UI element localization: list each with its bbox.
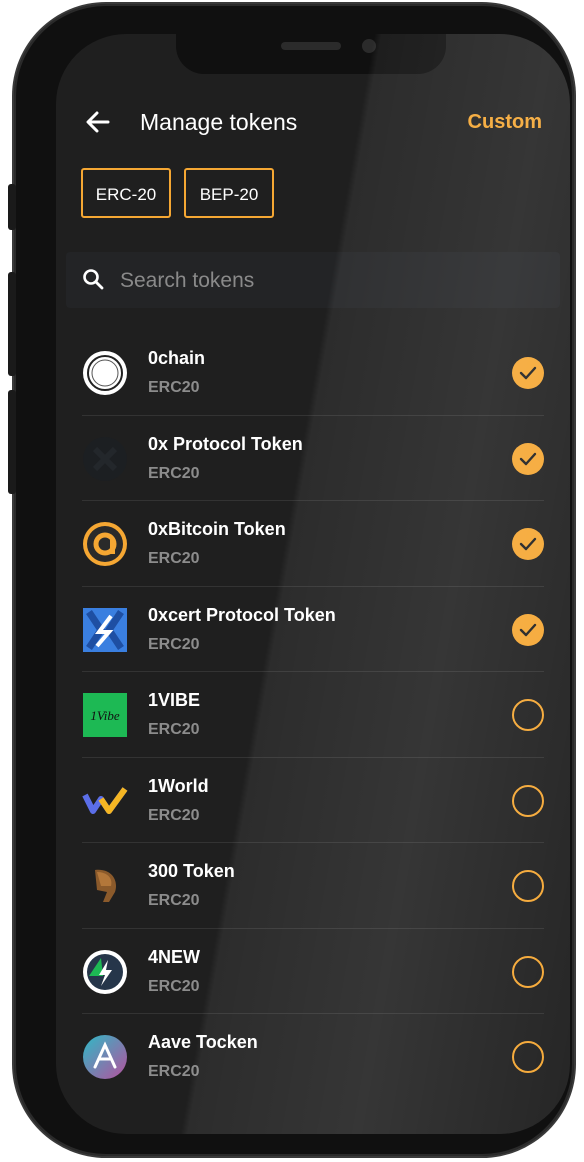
unchecked-checkbox[interactable] [512, 1041, 544, 1073]
token-row[interactable]: 4NEW ERC20 [56, 929, 570, 1014]
checked-checkbox[interactable] [512, 528, 544, 560]
token-name: 4NEW [148, 946, 201, 967]
checkmark-icon [519, 366, 537, 380]
token-name: 300 Token [148, 861, 235, 881]
speaker [281, 42, 341, 50]
0x-logo-icon [81, 435, 129, 483]
token-network: ERC20 [148, 550, 200, 567]
side-button-silent [8, 184, 16, 230]
token-network: ERC20 [148, 977, 200, 995]
token-row[interactable]: 0x Protocol Token ERC20 [56, 416, 570, 501]
token-row[interactable]: 1World ERC20 [56, 758, 570, 843]
token-row[interactable]: 1Vibe 1VIBE ERC20 [56, 672, 570, 758]
checked-checkbox[interactable] [512, 613, 544, 646]
side-button-volume-up [8, 272, 16, 376]
token-name: 1VIBE [148, 690, 201, 710]
token-list: 0chain ERC20 0x Protocol Token ERC20 0xBitco… [56, 330, 570, 1100]
notch [176, 34, 446, 74]
unchecked-checkbox[interactable] [512, 784, 544, 817]
search-bar [66, 252, 560, 308]
filter-erc20-button[interactable]: ERC-20 [81, 168, 171, 218]
checkmark-icon [519, 623, 537, 636]
token-name: Aave Tocken [148, 1032, 258, 1052]
token-network: ERC20 [148, 635, 200, 653]
checked-checkbox[interactable] [512, 442, 544, 475]
search-input[interactable] [118, 264, 522, 298]
token-network: ERC20 [148, 464, 200, 482]
token-network: ERC20 [148, 721, 200, 738]
aave-logo-icon [81, 1033, 129, 1081]
token-name: 0x Protocol Token [148, 433, 303, 454]
front-camera [362, 39, 376, 53]
app-screen: Manage tokens Custom ERC-20 BEP-20 0chai… [56, 34, 570, 1134]
token-network: ERC20 [148, 1063, 200, 1080]
token-name: 1World [148, 775, 209, 796]
token-name: 0xcert Protocol Token [148, 604, 336, 625]
side-button-volume-down [8, 390, 16, 494]
search-icon [82, 268, 104, 290]
token-row[interactable]: 300 Token ERC20 [56, 843, 570, 929]
token-network: ERC20 [148, 892, 200, 909]
4new-logo-icon [81, 948, 129, 996]
unchecked-checkbox[interactable] [512, 955, 544, 988]
token-row[interactable]: 0xcert Protocol Token ERC20 [56, 587, 570, 672]
1vibe-logo-icon: 1Vibe [81, 691, 129, 739]
token-network: ERC20 [148, 379, 200, 396]
filter-bep20-button[interactable]: BEP-20 [184, 168, 274, 218]
checked-checkbox[interactable] [512, 357, 544, 389]
unchecked-checkbox[interactable] [512, 870, 544, 902]
0chain-logo-icon [81, 349, 129, 397]
token-name: 0xBitcoin Token [148, 519, 286, 539]
svg-text:1Vibe: 1Vibe [90, 708, 120, 723]
0xbitcoin-logo-icon [81, 520, 129, 568]
1world-logo-icon [81, 777, 129, 825]
token-row[interactable]: Aave Tocken ERC20 [56, 1014, 570, 1100]
header: Manage tokens Custom [56, 104, 570, 144]
checkmark-icon [519, 537, 537, 551]
phone-frame: Manage tokens Custom ERC-20 BEP-20 0chai… [8, 4, 574, 1156]
0xcert-logo-icon [81, 606, 129, 654]
token-name: 0chain [148, 348, 206, 368]
unchecked-checkbox[interactable] [512, 699, 544, 731]
token-row[interactable]: 0xBitcoin Token ERC20 [56, 501, 570, 587]
token-row[interactable]: 0chain ERC20 [56, 330, 570, 416]
token-network: ERC20 [148, 806, 200, 824]
custom-button[interactable]: Custom [468, 106, 542, 138]
300-token-logo-icon [81, 862, 129, 910]
arrow-left-icon[interactable] [84, 104, 112, 140]
checkmark-icon [519, 452, 537, 465]
page-title: Manage tokens [140, 109, 298, 135]
